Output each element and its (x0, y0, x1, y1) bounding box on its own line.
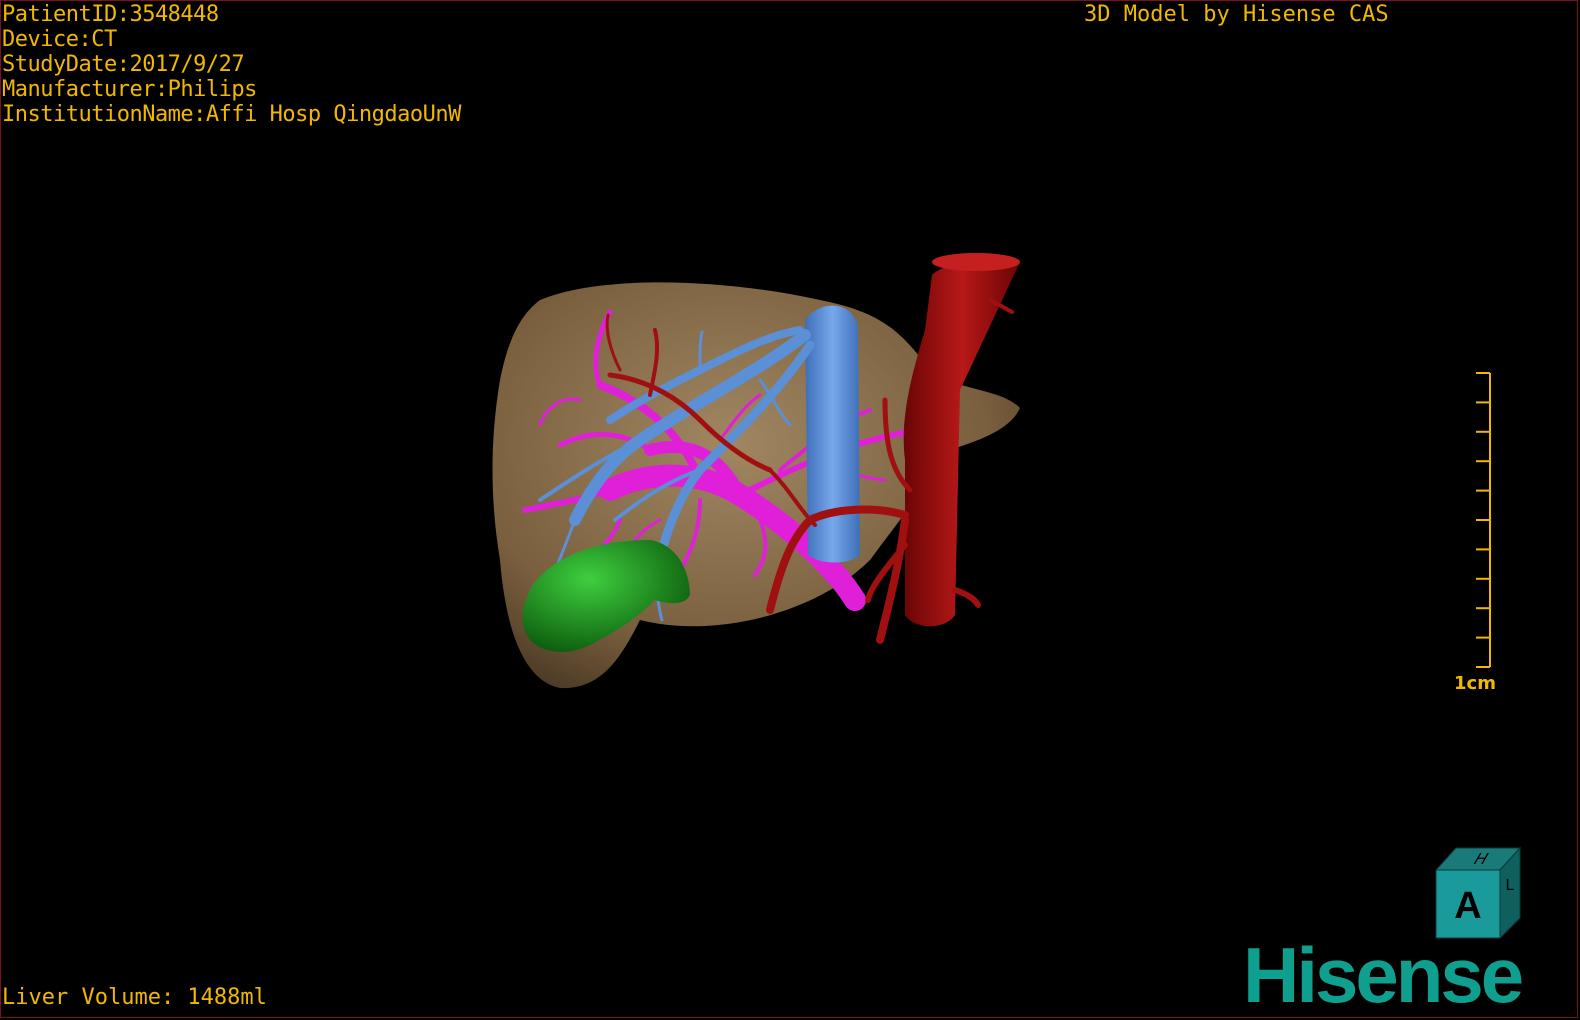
liver-volume-text: Liver Volume: 1488ml (2, 985, 267, 1010)
hisense-logo: Hisense (1243, 931, 1524, 1019)
patient-id-text: PatientID:3548448 (2, 2, 219, 27)
model-credit-text: 3D Model by Hisense CAS (1084, 2, 1389, 27)
study-date-text: StudyDate:2017/9/27 (2, 52, 245, 77)
device-text: Device:CT (2, 27, 117, 52)
orientation-cube[interactable]: A H L (1428, 840, 1528, 940)
cube-front-label: A (1454, 885, 1481, 927)
scale-bar (1476, 372, 1491, 668)
cube-side-label: L (1506, 877, 1515, 894)
patient-info-overlay: PatientID:3548448 Device:CT StudyDate:20… (2, 2, 461, 127)
manufacturer-text: Manufacturer:Philips (2, 77, 257, 102)
3d-model-viewport[interactable] (0, 0, 1580, 1020)
scale-bar-label: 1cm (1454, 673, 1496, 694)
institution-text: InstitutionName:Affi Hosp QingdaoUnW (2, 102, 461, 127)
